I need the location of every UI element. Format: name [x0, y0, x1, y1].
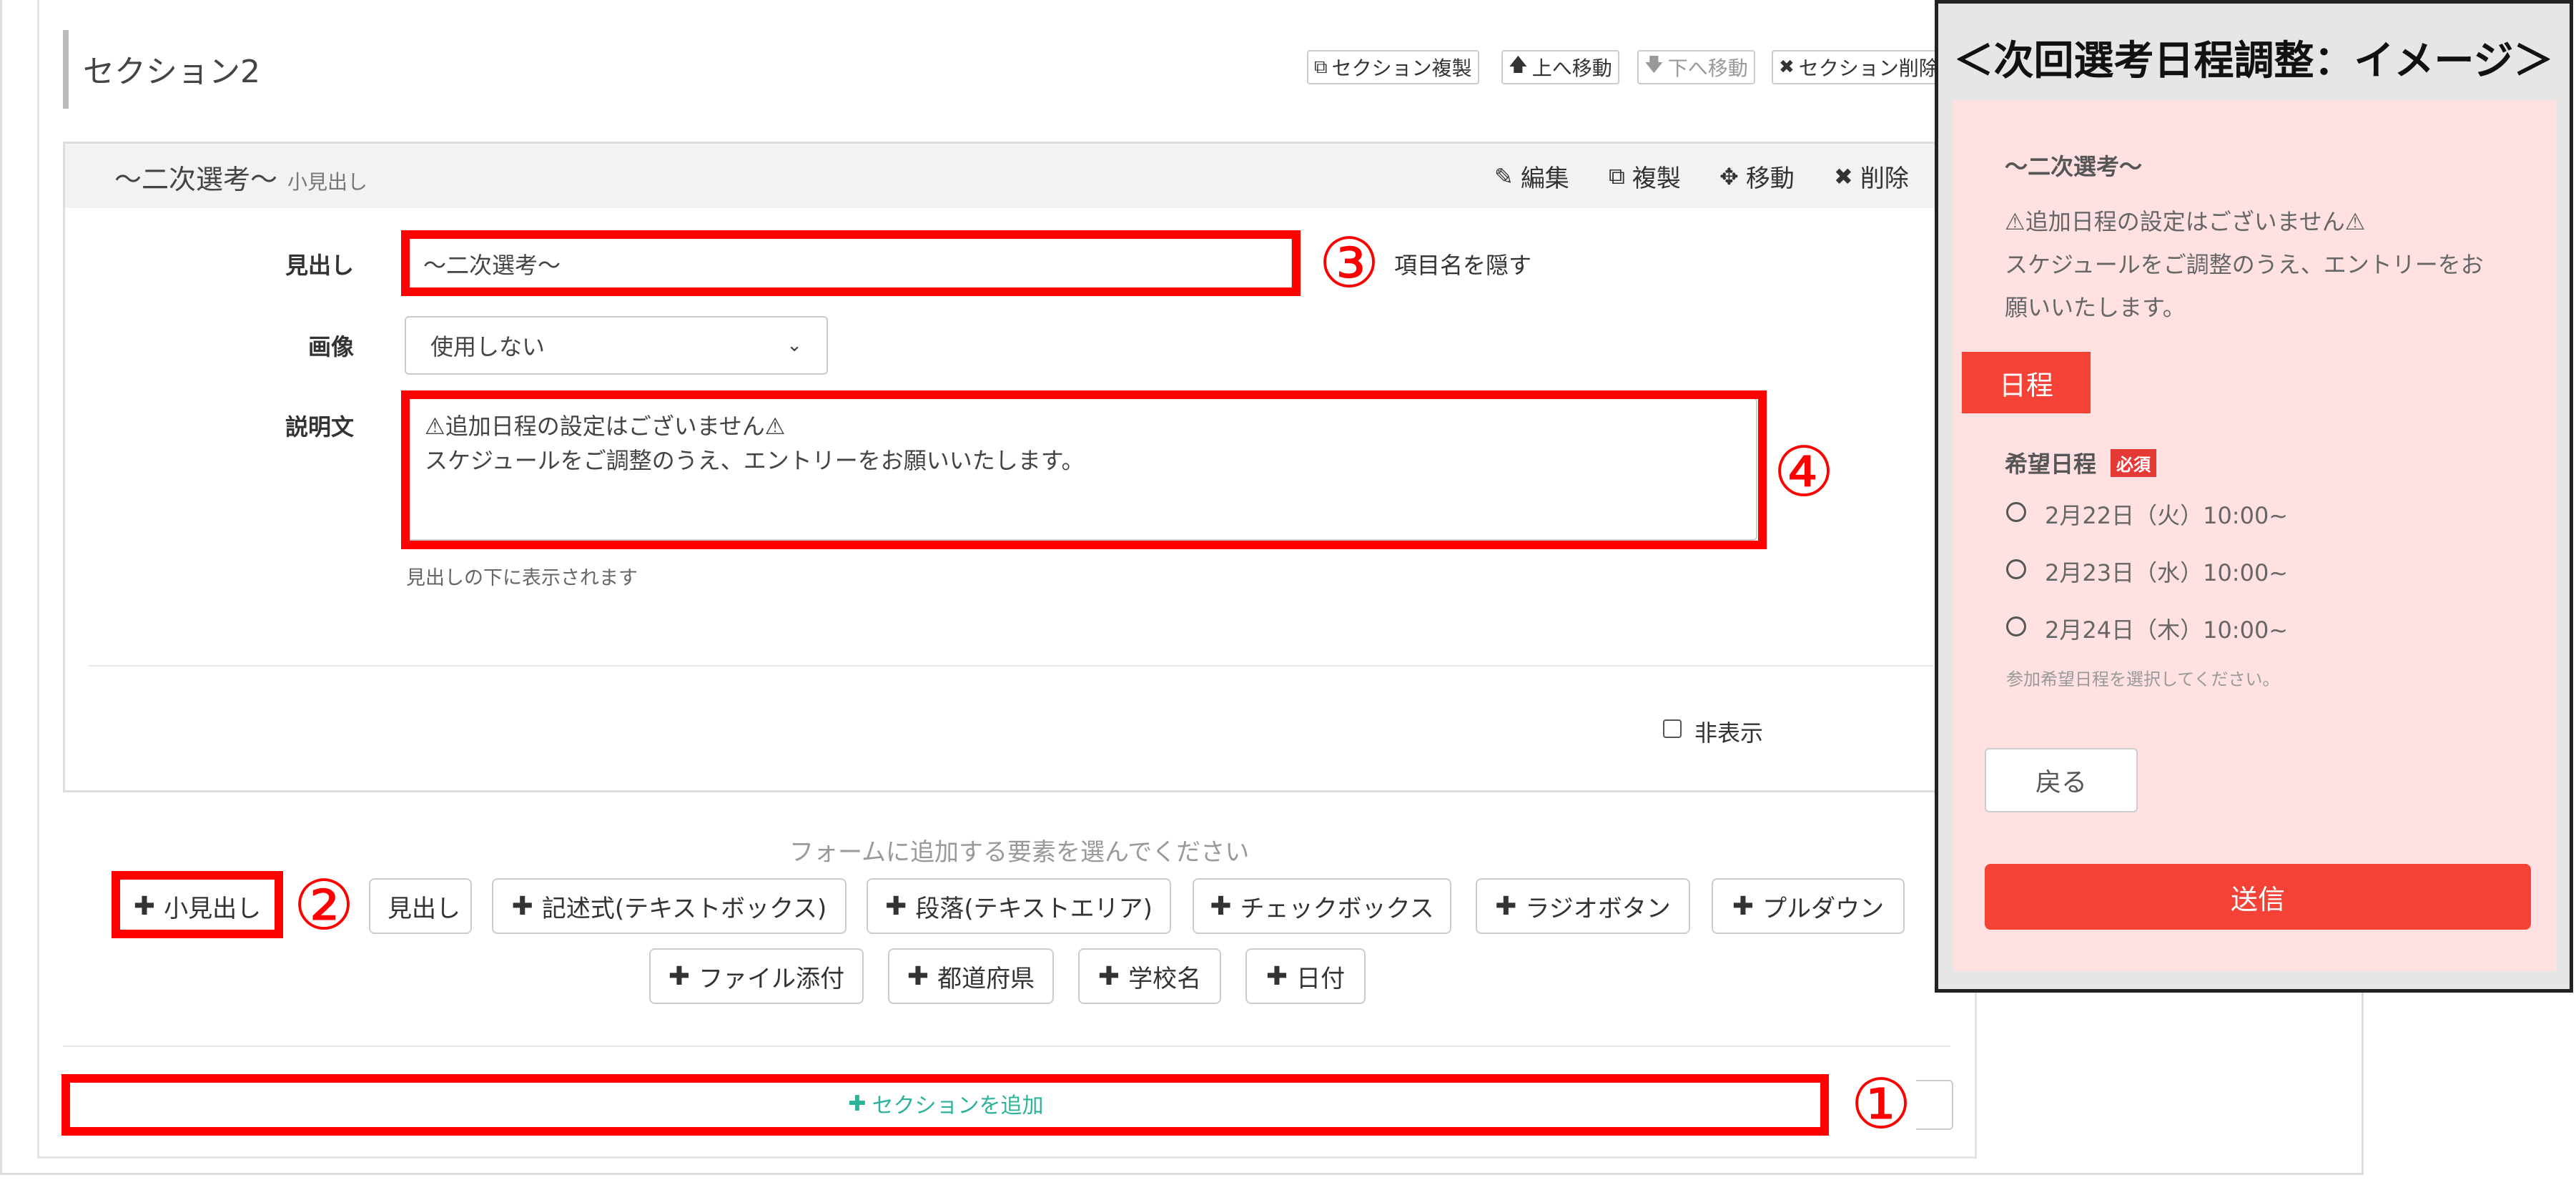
section-delete-button[interactable]: ✖ セクション削除 [1772, 50, 1946, 84]
add-date-label: 日付 [1296, 964, 1346, 993]
item-title-text: ～二次選考～ [114, 164, 278, 195]
hidden-checkbox-label: 非表示 [1694, 719, 1764, 747]
preview-schedule-tag: 日程 [1962, 352, 2091, 413]
section-title: セクション2 [83, 54, 260, 90]
required-badge: 必須 [2111, 449, 2156, 477]
plus-icon: ✚ [1732, 891, 1755, 921]
plus-icon: ✚ [1265, 961, 1288, 991]
description-label: 説明文 [285, 413, 354, 441]
preview-option-1: 2月22日（火）10:00~ [2045, 502, 2289, 529]
add-element-prompt: フォームに追加する要素を選んでください [789, 838, 1250, 867]
item-duplicate-button[interactable]: ⧉ 複製 [1609, 159, 1681, 194]
plus-icon: ✚ [1097, 961, 1120, 991]
plus-icon: ✚ [907, 961, 929, 991]
item-divider [89, 665, 1933, 667]
description-help-text: 見出しの下に表示されます [406, 567, 638, 589]
image-select[interactable]: 使用しない ⌄ [405, 316, 828, 375]
add-file-label: ファイル添付 [699, 964, 845, 993]
hidden-checkbox[interactable] [1663, 719, 1682, 738]
annotation-box-1 [61, 1074, 1829, 1136]
preview-heading: ～二次選考～ [2005, 153, 2143, 180]
add-school-button[interactable]: ✚ 学校名 [1078, 948, 1221, 1004]
plus-icon: ✚ [511, 891, 533, 921]
duplicate-icon: ⧉ [1609, 162, 1625, 190]
section-duplicate-button[interactable]: ⧉ セクション複製 [1307, 50, 1479, 84]
preview-back-button[interactable]: 戻る [1985, 748, 2138, 812]
add-section-edge [1916, 1080, 1953, 1130]
add-textbox-label: 記述式(テキストボックス) [541, 894, 827, 923]
hide-item-name-label[interactable]: 項目名を隠す [1394, 247, 1531, 280]
annotation-box-3 [401, 230, 1301, 296]
plus-icon: ✚ [1495, 891, 1517, 921]
add-file-button[interactable]: ✚ ファイル添付 [649, 948, 864, 1004]
section-bottom-divider [63, 1046, 1950, 1047]
section-move-down-button[interactable]: 🡇 下へ移動 [1637, 50, 1755, 84]
section-accent-bar [63, 30, 69, 109]
preview-submit-button[interactable]: 送信 [1985, 864, 2531, 930]
preview-radio-1[interactable] [2006, 502, 2026, 522]
preview-radio-2[interactable] [2006, 559, 2026, 579]
add-textarea-button[interactable]: ✚ 段落(テキストエリア) [867, 878, 1171, 934]
add-heading-button[interactable]: 見出し [369, 878, 472, 934]
chevron-down-icon: ⌄ [786, 335, 802, 356]
close-icon: ✖ [1779, 56, 1795, 78]
add-dropdown-label: プルダウン [1762, 894, 1885, 923]
section-duplicate-label: セクション複製 [1331, 56, 1472, 80]
item-type-label: 小見出し [287, 170, 368, 194]
image-select-value: 使用しない [430, 333, 546, 360]
preview-radio-3[interactable] [2006, 616, 2026, 636]
annotation-number-3: ③ [1318, 223, 1381, 303]
arrow-up-icon: 🡅 [1509, 54, 1528, 76]
section-move-down-label: 下へ移動 [1667, 56, 1748, 80]
item-title: ～二次選考～ 小見出し [114, 157, 367, 197]
preview-option-3: 2月24日（木）10:00~ [2045, 616, 2289, 644]
add-textbox-button[interactable]: ✚ 記述式(テキストボックス) [492, 878, 847, 934]
item-edit-button[interactable]: ✎ 編集 [1494, 159, 1569, 194]
item-move-button[interactable]: ✥ 移動 [1719, 159, 1795, 194]
item-move-label: 移動 [1745, 164, 1795, 193]
item-delete-label: 削除 [1860, 164, 1909, 193]
preview-help-text: 参加希望日程を選択してください。 [2006, 669, 2280, 689]
add-textarea-label: 段落(テキストエリア) [915, 894, 1153, 923]
plus-icon: ✚ [668, 961, 691, 991]
plus-icon: ✚ [885, 891, 907, 921]
preview-title: ＜次回選考日程調整：イメージ＞ [1953, 38, 2554, 84]
add-dropdown-button[interactable]: ✚ プルダウン [1712, 878, 1905, 934]
plus-icon: ✚ [1210, 891, 1232, 921]
annotation-box-2 [112, 871, 283, 938]
section-delete-label: セクション削除 [1798, 56, 1939, 80]
move-icon: ✥ [1719, 162, 1739, 190]
item-duplicate-label: 複製 [1632, 164, 1681, 193]
preview-line-2: スケジュールをご調整のうえ、エントリーをお [2005, 251, 2484, 278]
add-checkbox-button[interactable]: ✚ チェックボックス [1193, 878, 1451, 934]
item-delete-button[interactable]: ✖ 削除 [1834, 159, 1909, 194]
annotation-box-4 [401, 390, 1767, 549]
add-checkbox-label: チェックボックス [1240, 894, 1434, 923]
preview-option-2: 2月23日（水）10:00~ [2045, 559, 2289, 586]
preview-line-3: 願いいたします。 [2005, 294, 2186, 321]
add-radio-label: ラジオボタン [1525, 894, 1671, 923]
annotation-number-2: ② [293, 865, 355, 945]
arrow-down-icon: 🡇 [1644, 54, 1664, 76]
pencil-icon: ✎ [1494, 162, 1514, 190]
preview-line-1: ⚠追加日程の設定はございません⚠ [2005, 208, 2366, 235]
annotation-number-1: ① [1850, 1064, 1913, 1144]
annotation-number-4: ④ [1773, 432, 1835, 512]
section-move-up-button[interactable]: 🡅 上へ移動 [1501, 50, 1619, 84]
duplicate-icon: ⧉ [1314, 56, 1328, 78]
preview-field-label: 希望日程 [2005, 451, 2097, 478]
add-prefecture-button[interactable]: ✚ 都道府県 [888, 948, 1054, 1004]
heading-label: 見出し [285, 252, 354, 279]
add-prefecture-label: 都道府県 [937, 964, 1035, 993]
add-school-label: 学校名 [1128, 964, 1202, 993]
add-heading-label: 見出し [388, 894, 460, 923]
add-date-button[interactable]: ✚ 日付 [1245, 948, 1366, 1004]
section-move-up-label: 上へ移動 [1531, 56, 1612, 80]
add-radio-button[interactable]: ✚ ラジオボタン [1476, 878, 1690, 934]
close-icon: ✖ [1834, 162, 1853, 190]
preview-description: ⚠追加日程の設定はございません⚠ スケジュールをご調整のうえ、エントリーをお 願… [2005, 200, 2484, 329]
item-edit-label: 編集 [1520, 164, 1569, 193]
image-label: 画像 [307, 333, 354, 360]
